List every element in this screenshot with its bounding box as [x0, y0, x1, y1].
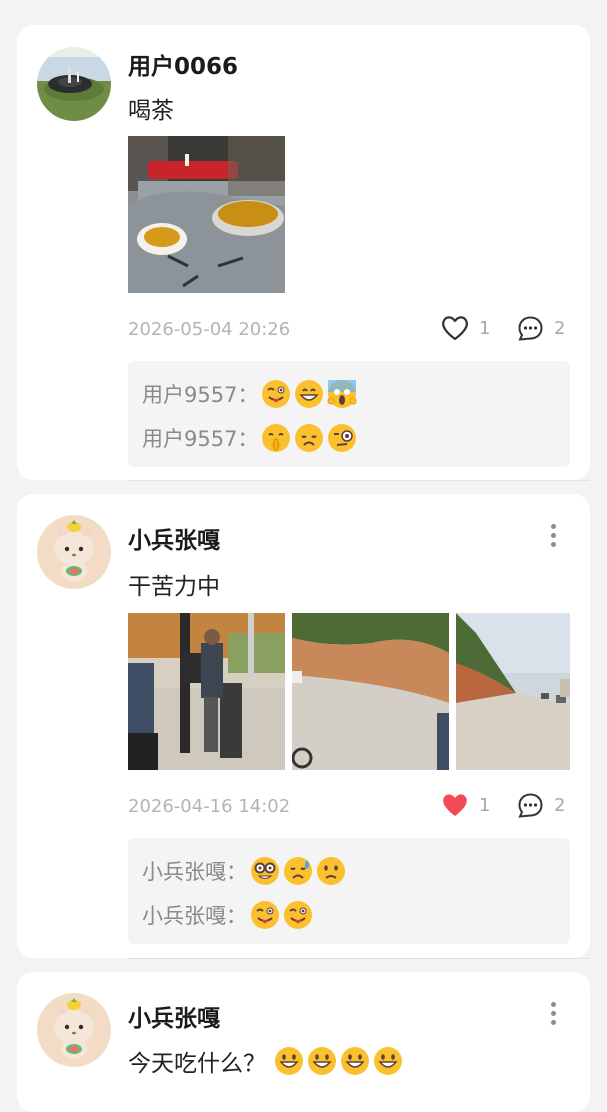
heart-outline-icon — [442, 316, 468, 341]
post-card: 小兵张嘎 干苦力中 2026-04-16 14:02 1 2 小兵张嘎： 小兵张… — [17, 494, 590, 958]
comment-row[interactable]: 用户9557： — [142, 423, 357, 453]
comment-row[interactable]: 小兵张嘎： — [142, 856, 346, 886]
wink-tongue-emoji — [284, 901, 312, 929]
comment-bubble-icon — [518, 793, 543, 818]
sad-sweat-emoji — [284, 857, 312, 885]
avatar[interactable] — [37, 47, 111, 121]
like-button[interactable]: 1 — [441, 792, 490, 818]
heart-filled-icon — [443, 794, 467, 816]
comment-author: 用户9557： — [142, 427, 259, 451]
monocle-emoji — [328, 424, 357, 452]
grin-emoji — [295, 380, 324, 408]
more-options-icon[interactable] — [550, 1002, 556, 1026]
post-card: 小兵张嘎 今天吃什么？ — [17, 972, 590, 1112]
comment-list: 小兵张嘎： 小兵张嘎： — [128, 838, 570, 944]
comment-button[interactable]: 2 — [517, 315, 565, 342]
wink-tongue-emoji — [251, 901, 279, 929]
comment-bubble-icon — [518, 316, 543, 341]
post-username[interactable]: 小兵张嘎 — [128, 999, 220, 1033]
grinning-emoji — [275, 1047, 303, 1075]
comment-author: 用户9557： — [142, 383, 259, 407]
grinning-emoji — [341, 1047, 369, 1075]
disappointed-emoji — [295, 424, 324, 452]
post-text: 今天吃什么？ — [128, 1044, 403, 1078]
post-time: 2026-04-16 14:02 — [128, 796, 291, 817]
post-username[interactable]: 小兵张嘎 — [128, 521, 220, 555]
avatar[interactable] — [37, 993, 111, 1067]
comment-count: 2 — [554, 318, 566, 339]
shush-emoji — [262, 424, 291, 452]
divider — [128, 958, 590, 959]
post-photo[interactable] — [456, 613, 570, 770]
comment-count: 2 — [554, 795, 566, 816]
more-options-icon[interactable] — [550, 524, 556, 548]
like-count: 1 — [479, 317, 491, 339]
wink-tongue-emoji — [262, 380, 291, 408]
scream-emoji — [327, 380, 357, 408]
grinning-emoji — [374, 1047, 402, 1075]
post-text: 喝茶 — [128, 98, 174, 124]
like-count: 1 — [479, 794, 491, 816]
nerd-emoji — [251, 857, 279, 885]
post-photo[interactable] — [292, 613, 449, 770]
post-photo[interactable] — [128, 136, 285, 293]
post-username[interactable]: 用户0066 — [128, 47, 238, 81]
comment-row[interactable]: 用户9557： — [142, 379, 357, 409]
divider — [128, 480, 590, 481]
post-text: 干苦力中 — [128, 574, 220, 600]
post-text-body: 今天吃什么？ — [128, 1051, 266, 1077]
avatar[interactable] — [37, 515, 111, 589]
comment-author: 小兵张嘎： — [142, 904, 247, 928]
post-time: 2026-05-04 20:26 — [128, 319, 291, 340]
comment-author: 小兵张嘎： — [142, 860, 247, 884]
comment-list: 用户9557： 用户9557： — [128, 361, 570, 467]
like-button[interactable]: 1 — [441, 315, 490, 341]
comment-button[interactable]: 2 — [517, 792, 565, 819]
post-photo[interactable] — [128, 613, 285, 770]
grinning-emoji — [308, 1047, 336, 1075]
comment-row[interactable]: 小兵张嘎： — [142, 900, 313, 930]
post-card: 用户0066 喝茶 2026-05-04 20:26 1 2 用户9557： 用… — [17, 25, 590, 480]
slight-frown-emoji — [317, 857, 345, 885]
